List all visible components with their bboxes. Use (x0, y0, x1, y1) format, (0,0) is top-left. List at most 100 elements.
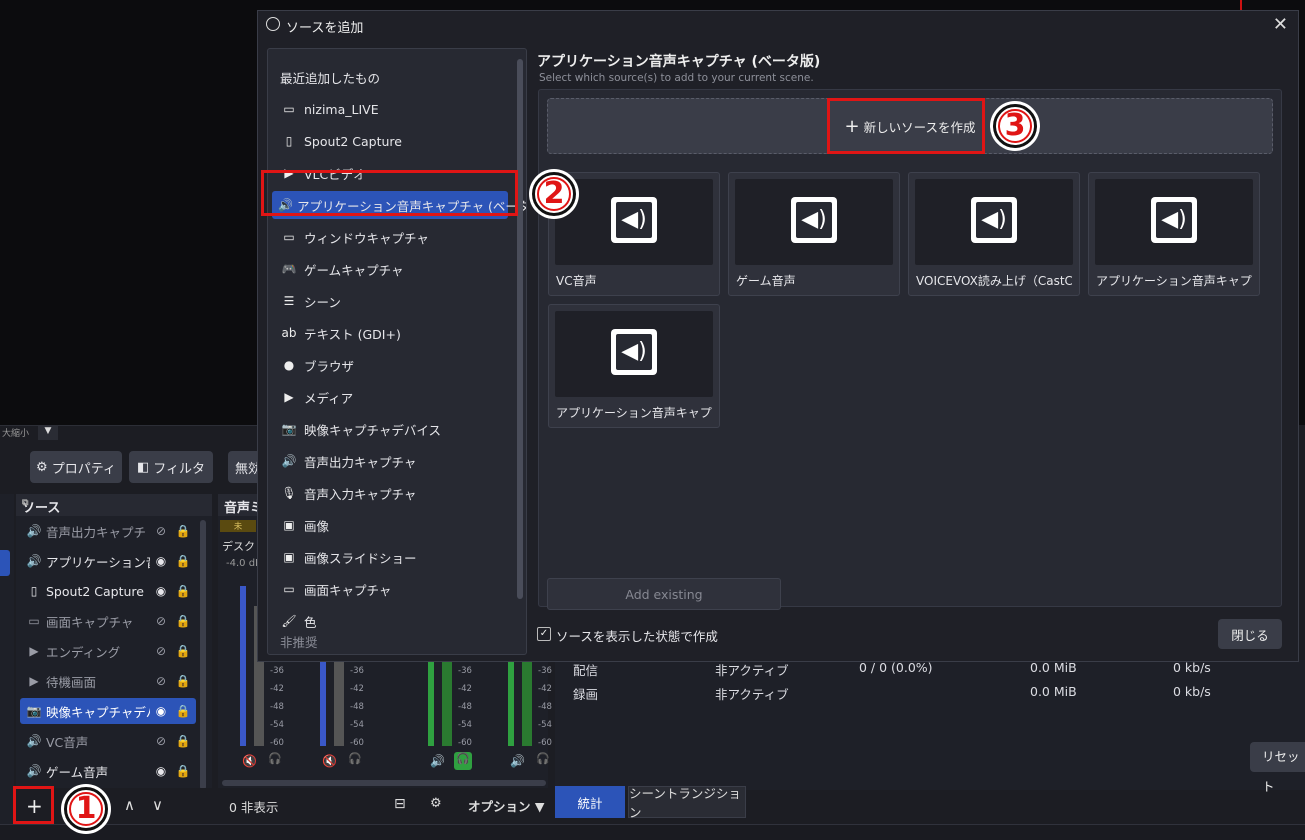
lock-icon[interactable]: 🔒 (172, 734, 194, 748)
annotation-box-3 (827, 98, 985, 154)
source-type-item[interactable]: ab テキスト (GDI+) (272, 319, 508, 347)
eye-icon[interactable]: ◉ (150, 554, 172, 568)
source-type-item[interactable]: ▭ ウィンドウキャプチャ (272, 223, 508, 251)
meter-tick: -60 (270, 738, 284, 748)
volume-meter (240, 586, 246, 746)
move-up-button[interactable]: ∧ (124, 796, 135, 814)
source-type-item[interactable]: ▣ 画像 (272, 511, 508, 539)
mixer-settings-icon[interactable]: ⚙ (430, 796, 442, 811)
recent-header: 最近追加したもの (280, 70, 381, 86)
source-row[interactable]: 🔊 アプリケーション音声◉🔒 (20, 548, 196, 574)
lock-icon[interactable]: 🔒 (172, 644, 194, 658)
float-icon[interactable]: ⧉ (22, 498, 206, 508)
lock-icon[interactable]: 🔒 (172, 704, 194, 718)
type-list-scrollbar[interactable] (517, 59, 523, 599)
existing-source-card[interactable]: ◀) アプリケーション音声キャプチャ (4 (1088, 172, 1260, 296)
source-row[interactable]: ▭ 画面キャプチャ ⊘ 🔒 (20, 608, 196, 634)
meter-tick: -60 (350, 738, 364, 748)
properties-button[interactable]: ⚙ プロパティ (30, 451, 122, 483)
source-row[interactable]: ▯ Spout2 Capture ◉ 🔒 (20, 578, 196, 604)
eye-off-icon[interactable]: ⊘ (150, 614, 172, 628)
meter-tick: -54 (270, 720, 284, 730)
eye-off-icon[interactable]: ⊘ (150, 674, 172, 688)
headphone-icon[interactable]: 🎧 (346, 752, 364, 770)
mixer-footer: 0 非表示 ⊟ ⚙ オプション ▼ (218, 788, 548, 824)
headphone-icon[interactable]: 🎧 (454, 752, 472, 770)
eye-off-icon[interactable]: ⊘ (150, 524, 172, 538)
source-type-label: 画像 (304, 518, 330, 534)
source-row[interactable]: 🔊 ゲーム音声 ◉ 🔒 (20, 758, 196, 784)
globe-icon: ● (283, 358, 295, 372)
annotation-box-2 (261, 170, 518, 216)
existing-source-card[interactable]: ◀) ゲーム音声 (728, 172, 900, 296)
source-name: VC音声 (46, 734, 89, 750)
source-type-label: テキスト (GDI+) (304, 326, 401, 342)
mixer-scrollbar[interactable] (222, 780, 546, 786)
mixer-tag: 未 (220, 520, 256, 532)
meter-tick: -60 (538, 738, 552, 748)
tab-transitions[interactable]: シーントランジション (628, 786, 746, 820)
headphone-icon[interactable]: 🎧 (534, 752, 552, 770)
filters-button[interactable]: ◧ フィルタ (129, 451, 213, 483)
reset-button[interactable]: リセット (1250, 742, 1305, 794)
close-icon[interactable]: ✕ (1273, 14, 1288, 35)
source-type-item[interactable]: ▣ 画像スライドショー (272, 543, 508, 571)
gamepad-icon: 🎮 (281, 262, 297, 276)
move-down-button[interactable]: ∨ (152, 796, 163, 814)
source-row[interactable]: ▶ エンディング ⊘ 🔒 (20, 638, 196, 664)
source-type-item[interactable]: ▭ nizima_LIVE (272, 95, 508, 123)
source-type-item[interactable]: 📷 映像キャプチャデバイス (272, 415, 508, 443)
close-button[interactable]: 閉じる (1218, 619, 1282, 649)
source-type-item[interactable]: 🔊 音声出力キャプチャ (272, 447, 508, 475)
source-type-item[interactable]: ☰ シーン (272, 287, 508, 315)
source-row[interactable]: 📷 映像キャプチャデバ ◉ 🔒 (20, 698, 196, 724)
source-type-item[interactable]: 🎮 ゲームキャプチャ (272, 255, 508, 283)
headphone-icon[interactable]: 🎧 (266, 752, 284, 770)
existing-source-card[interactable]: ◀) VOICEVOX読み上げ（CastC (908, 172, 1080, 296)
eye-icon[interactable]: ◉ (150, 584, 172, 598)
lock-icon[interactable]: 🔒 (172, 614, 194, 628)
existing-source-card[interactable]: ◀) アプリケーション音声キャプチャ (4 (548, 304, 720, 428)
eye-icon[interactable]: ◉ (150, 764, 172, 778)
source-type-item[interactable]: ▭ 画面キャプチャ (272, 575, 508, 603)
eye-off-icon[interactable]: ⊘ (150, 644, 172, 658)
source-name: Spout2 Capture (46, 583, 144, 599)
source-row[interactable]: 🔊 VC音声 ⊘ 🔒 (20, 728, 196, 754)
lock-icon[interactable]: 🔒 (172, 584, 194, 598)
sources-scrollbar[interactable] (200, 520, 206, 790)
muted-speaker-icon[interactable]: 🔇 (322, 754, 337, 768)
layout-icon[interactable]: ⊟ (394, 796, 406, 812)
speaker-icon[interactable]: 🔊 (510, 754, 525, 768)
source-type-item[interactable]: ▯ Spout2 Capture (272, 127, 508, 155)
stats-size: 0.0 MiB (1030, 660, 1077, 675)
lock-icon[interactable]: 🔒 (172, 764, 194, 778)
zoom-dropdown[interactable]: ▼ (38, 426, 58, 440)
source-type-label: ブラウザ (304, 358, 355, 374)
meter-tick: -48 (458, 702, 472, 712)
source-row[interactable]: 🔊 音声出力キャプチ ⊘ 🔒 (20, 518, 196, 544)
source-type-label: ウィンドウキャプチャ (304, 230, 429, 246)
visible-checkbox[interactable]: ✓ (537, 627, 551, 641)
source-type-item[interactable]: ● ブラウザ (272, 351, 508, 379)
scene-selected-item[interactable] (0, 550, 10, 576)
lock-icon[interactable]: 🔒 (172, 554, 194, 568)
source-name: 映像キャプチャデバ (46, 704, 150, 720)
source-type-label: 音声入力キャプチャ (304, 486, 417, 502)
source-type-item[interactable]: 🎙 音声入力キャプチャ (272, 479, 508, 507)
gear-icon: ⚙ (36, 459, 48, 475)
monitor-icon: ▭ (283, 582, 295, 596)
lock-icon[interactable]: 🔒 (172, 674, 194, 688)
document-icon: ▯ (30, 584, 38, 598)
source-row[interactable]: ▶ 待機画面 ⊘ 🔒 (20, 668, 196, 694)
speaker-icon[interactable]: 🔊 (430, 754, 445, 768)
muted-speaker-icon[interactable]: 🔇 (242, 754, 257, 768)
tab-stats[interactable]: 統計 (555, 786, 625, 818)
eye-off-icon[interactable]: ⊘ (150, 734, 172, 748)
lock-icon[interactable]: 🔒 (172, 524, 194, 538)
visible-checkbox-label: ソースを表示した状態で作成 (556, 629, 718, 644)
add-existing-button[interactable]: Add existing (547, 578, 781, 610)
mixer-options-button[interactable]: オプション ▼ (468, 796, 544, 815)
source-type-item[interactable]: ▶ メディア (272, 383, 508, 411)
existing-source-label: VOICEVOX読み上げ（CastC (916, 274, 1072, 288)
eye-icon[interactable]: ◉ (150, 704, 172, 718)
